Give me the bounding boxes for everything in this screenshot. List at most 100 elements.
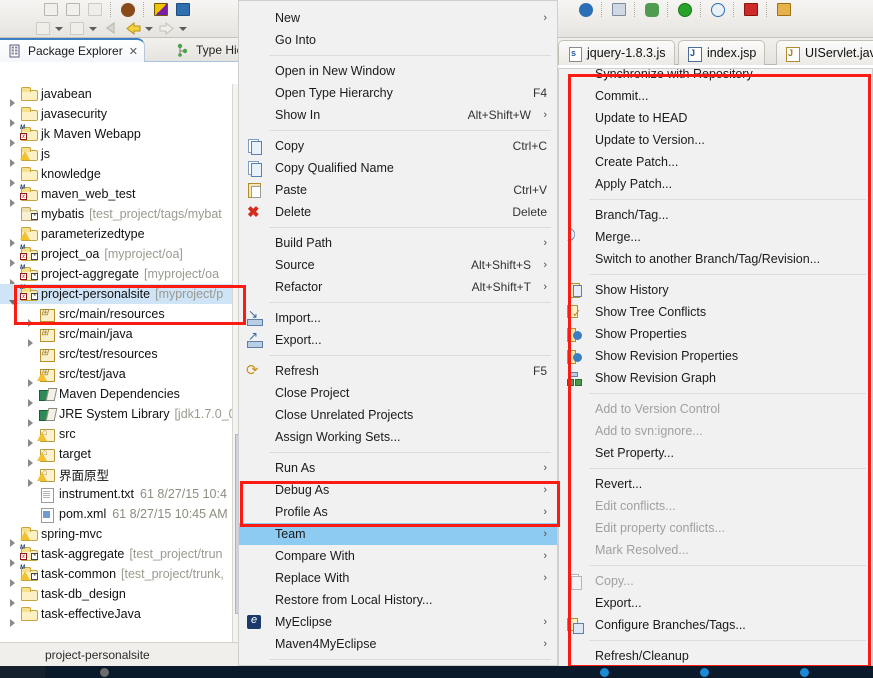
menu-item[interactable]: Export... <box>239 329 557 351</box>
menu-item[interactable]: Refresh F5 <box>239 360 557 382</box>
tree-row[interactable]: parameterizedtype <box>0 224 232 247</box>
history-icon[interactable] <box>709 1 727 18</box>
back-dropdown-icon[interactable] <box>144 20 153 37</box>
menu-item[interactable]: Show History <box>559 279 872 301</box>
editor-tab[interactable]: jquery-1.8.3.js <box>558 40 675 65</box>
tree-row[interactable]: M * task-common [test_project/trunk, <box>0 564 232 587</box>
team-submenu[interactable]: Synchronize with Repository Commit... Upda… <box>558 68 873 678</box>
menu-item[interactable]: MyEclipse › <box>239 611 557 633</box>
menu-item[interactable]: Apply Patch... <box>559 173 872 195</box>
tree-row[interactable]: Mx * task-aggregate [test_project/trun <box>0 544 232 567</box>
menu-item[interactable]: Show Revision Properties <box>559 345 872 367</box>
tree-row[interactable]: src <box>0 424 232 447</box>
validate-icon[interactable] <box>577 1 595 18</box>
menu-item[interactable]: Refresh/Cleanup <box>559 645 872 667</box>
menu-item[interactable]: Copy Qualified Name <box>239 157 557 179</box>
menu-item[interactable]: Close Unrelated Projects <box>239 404 557 426</box>
forward-icon[interactable] <box>158 20 176 37</box>
menu-item[interactable]: Assign Working Sets... <box>239 426 557 448</box>
menu-item[interactable]: Update to HEAD <box>559 107 872 129</box>
deploy-icon[interactable] <box>174 1 192 18</box>
editor-tab[interactable]: UIServlet.jav <box>776 40 873 65</box>
bird-icon[interactable] <box>643 1 661 18</box>
close-icon[interactable]: ✕ <box>129 45 138 58</box>
menu-item[interactable]: Open Type Hierarchy F4 <box>239 82 557 104</box>
menu-item[interactable]: Compare With › <box>239 545 557 567</box>
new-dropdown-icon[interactable] <box>54 20 63 37</box>
menu-item[interactable]: Update to Version... <box>559 129 872 151</box>
menu-item[interactable]: Build Path › <box>239 232 557 254</box>
print-icon[interactable] <box>86 1 104 18</box>
menu-item[interactable]: Commit... <box>559 85 872 107</box>
menu-item[interactable]: Branch/Tag... <box>559 204 872 226</box>
tree-row[interactable]: src/test/resources <box>0 344 232 364</box>
menu-item[interactable]: Close Project <box>239 382 557 404</box>
tree-row[interactable]: * mybatis [test_project/tags/mybat <box>0 204 232 224</box>
start-area[interactable] <box>0 666 45 678</box>
menu-item[interactable]: Restore from Local History... <box>239 589 557 611</box>
tree-row[interactable]: 界面原型 <box>0 464 232 487</box>
tree-row[interactable]: javasecurity <box>0 104 232 127</box>
menu-item[interactable]: Switch to another Branch/Tag/Revision... <box>559 248 872 270</box>
editor-tab[interactable]: index.jsp <box>678 40 766 65</box>
open-type-icon[interactable] <box>68 20 86 37</box>
back-icon[interactable] <box>124 20 142 37</box>
tree-row[interactable]: Maven Dependencies <box>0 384 232 407</box>
tree-row[interactable]: Mx jk Maven Webapp <box>0 124 232 147</box>
tree-row[interactable]: spring-mvc <box>0 524 232 547</box>
tree-row[interactable]: task-effectiveJava <box>0 604 232 627</box>
open-type-dropdown-icon[interactable] <box>88 20 97 37</box>
menu-item[interactable]: Profile As › <box>239 501 557 523</box>
tab-package-explorer[interactable]: Package Explorer ✕ <box>0 38 145 62</box>
menu-item[interactable]: Replace With › <box>239 567 557 589</box>
menu-item[interactable]: Show Properties <box>559 323 872 345</box>
tree-row[interactable]: instrument.txt 61 8/27/15 10:4 <box>0 484 232 504</box>
myeclipse-icon[interactable] <box>152 1 170 18</box>
menu-item[interactable]: Show Tree Conflicts <box>559 301 872 323</box>
menu-item[interactable]: Set Property... <box>559 442 872 464</box>
taskbar-icon[interactable] <box>100 668 109 677</box>
menu-item[interactable]: Import... <box>239 307 557 329</box>
tree-row[interactable]: Mx maven_web_test <box>0 184 232 207</box>
toolbox-icon[interactable] <box>742 1 760 18</box>
tree-row[interactable]: target <box>0 444 232 467</box>
menu-item[interactable]: Show In Alt+Shift+W › <box>239 104 557 126</box>
tree-row[interactable]: Mx * project-personalsite [myproject/p <box>0 284 232 305</box>
menu-item[interactable]: Debug As › <box>239 479 557 501</box>
forward-dropdown-icon[interactable] <box>178 20 187 37</box>
menu-item[interactable]: Team › <box>239 523 557 545</box>
menu-item[interactable]: Run As › <box>239 457 557 479</box>
menu-item[interactable]: Open in New Window <box>239 60 557 82</box>
menu-item[interactable]: Show Revision Graph <box>559 367 872 389</box>
project-context-menu[interactable]: New › Go Into Open in New Window Open Type H… <box>238 0 558 678</box>
save-all-icon[interactable] <box>64 1 82 18</box>
tree-row[interactable]: JRE System Library [jdk1.7.0_0 <box>0 404 232 427</box>
tree-row[interactable]: js <box>0 144 232 167</box>
taskbar-icon[interactable] <box>700 668 709 677</box>
menu-item[interactable]: Merge... <box>559 226 872 248</box>
project-tree[interactable]: javabean javasecurity Mx jk Maven Webapp js k… <box>0 84 232 664</box>
new-wizard-icon[interactable] <box>34 20 52 37</box>
tree-row[interactable]: Mx * project-aggregate [myproject/oa <box>0 264 232 287</box>
tree-row[interactable]: javabean <box>0 84 232 107</box>
book-icon[interactable] <box>775 1 793 18</box>
menu-item[interactable]: New › <box>239 7 557 29</box>
menu-item[interactable]: Export... <box>559 592 872 614</box>
menu-item[interactable]: Paste Ctrl+V <box>239 179 557 201</box>
debug-icon[interactable] <box>119 1 137 18</box>
tree-row[interactable]: knowledge <box>0 164 232 187</box>
tree-row[interactable]: src/main/resources <box>0 304 232 327</box>
tree-row[interactable]: task-db_design <box>0 584 232 607</box>
menu-item[interactable]: Copy Ctrl+C <box>239 135 557 157</box>
menu-item[interactable]: Create Patch... <box>559 151 872 173</box>
tree-row[interactable]: src/test/java <box>0 364 232 387</box>
taskbar-icon[interactable] <box>600 668 609 677</box>
menu-item[interactable]: Configure Branches/Tags... <box>559 614 872 636</box>
tree-row[interactable]: src/main/java <box>0 324 232 347</box>
menu-item[interactable]: Go Into <box>239 29 557 51</box>
run-icon[interactable] <box>676 1 694 18</box>
menu-item[interactable]: Refactor Alt+Shift+T › <box>239 276 557 298</box>
menu-item[interactable]: Maven4MyEclipse › <box>239 633 557 655</box>
menu-item[interactable]: Source Alt+Shift+S › <box>239 254 557 276</box>
save-icon[interactable] <box>42 1 60 18</box>
